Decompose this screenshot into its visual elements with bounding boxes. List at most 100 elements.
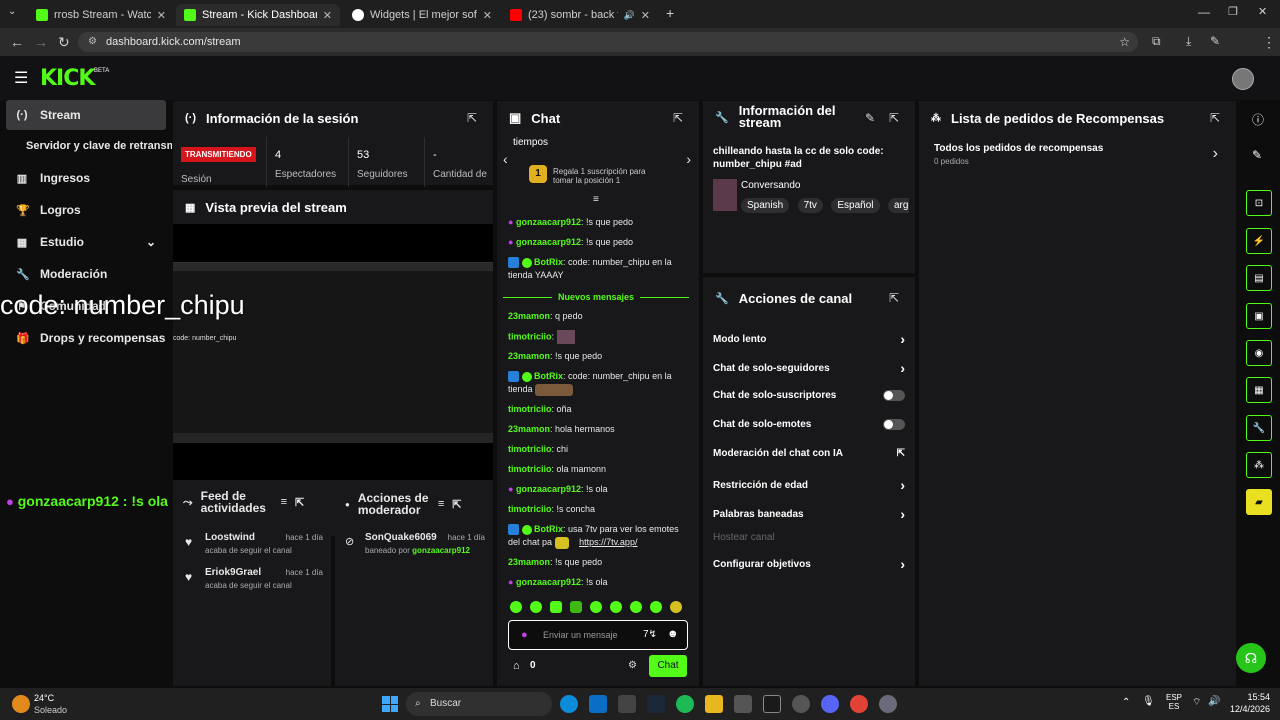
edit-icon[interactable]: ✎ bbox=[865, 111, 875, 125]
maximize-icon[interactable]: ❐ bbox=[1228, 5, 1238, 18]
action-emotes-only[interactable]: Chat de solo-emotes bbox=[713, 419, 905, 430]
emote-icon[interactable] bbox=[650, 601, 662, 613]
browser-tab-1[interactable]: rrosb Stream - Watch Live on Ki ✕ bbox=[28, 4, 174, 26]
gear-icon[interactable]: ⚙ bbox=[628, 660, 637, 671]
chat-username[interactable]: timotriciio bbox=[508, 331, 552, 341]
chrome-icon[interactable] bbox=[850, 695, 868, 713]
tag[interactable]: Español bbox=[831, 198, 880, 213]
browser-tab-4[interactable]: (23) sombr - back to friend 🔊 ✕ bbox=[502, 4, 658, 26]
sidebar-item-achievements[interactable]: 🏆 Logros bbox=[6, 195, 166, 225]
wifi-icon[interactable]: ⌔ bbox=[1192, 696, 1201, 709]
edit-icon[interactable]: ✎ bbox=[1210, 34, 1220, 48]
steam-icon[interactable] bbox=[647, 695, 665, 713]
chat-input-placeholder[interactable]: Enviar un mensaje bbox=[543, 630, 618, 640]
chevron-right-icon[interactable]: › bbox=[686, 151, 691, 167]
spotify-icon[interactable] bbox=[676, 695, 694, 713]
emote-icon[interactable] bbox=[630, 601, 642, 613]
url-field[interactable]: ⚙ dashboard.kick.com/stream ☆ bbox=[78, 32, 1138, 52]
info-icon[interactable]: ⓘ bbox=[1252, 111, 1264, 128]
chat-link[interactable]: https://7tv.app/ bbox=[579, 537, 637, 547]
language-indicator[interactable]: ESP ES bbox=[1166, 693, 1182, 711]
taskbar-search[interactable]: ⌕ Buscar bbox=[406, 692, 552, 716]
outlook-icon[interactable] bbox=[589, 695, 607, 713]
menu-lines-icon[interactable]: ≡ bbox=[593, 194, 599, 205]
action-ai-moderation[interactable]: Moderación del chat con IA ⇱ bbox=[713, 448, 905, 459]
browser-tab-3[interactable]: Widgets | El mejor software par ✕ bbox=[344, 4, 500, 26]
app-icon[interactable] bbox=[763, 695, 781, 713]
sidebar-item-server-key[interactable]: Servidor y clave de retransm bbox=[16, 131, 172, 161]
close-icon[interactable]: ✕ bbox=[483, 9, 492, 22]
reload-icon[interactable]: ↻ bbox=[58, 34, 70, 51]
filter-icon[interactable]: ≡ bbox=[438, 498, 444, 510]
rail-broadcast-icon[interactable]: ◉ bbox=[1246, 340, 1272, 366]
expand-icon[interactable]: ⇱ bbox=[673, 111, 683, 125]
emote-icon[interactable] bbox=[570, 601, 582, 613]
subs-only-toggle[interactable] bbox=[883, 390, 905, 401]
chat-username[interactable]: 23mamon bbox=[508, 351, 550, 361]
epic-icon[interactable] bbox=[734, 695, 752, 713]
rail-layout-icon[interactable]: ▦ bbox=[1246, 377, 1272, 403]
chat-username[interactable]: 23mamon bbox=[508, 557, 550, 567]
close-icon[interactable]: ✕ bbox=[157, 9, 166, 22]
emotes-only-toggle[interactable] bbox=[883, 419, 905, 430]
expand-icon[interactable]: ⇱ bbox=[295, 496, 304, 509]
weather-icon[interactable] bbox=[12, 695, 30, 713]
sidebar-item-drops[interactable]: 🎁 Drops y recompensas bbox=[6, 323, 166, 353]
emote-icon[interactable] bbox=[610, 601, 622, 613]
folder-icon[interactable] bbox=[705, 695, 723, 713]
rail-rewards-icon[interactable]: ⁂ bbox=[1246, 452, 1272, 478]
filter-icon[interactable]: ≡ bbox=[281, 496, 287, 508]
send-chat-button[interactable]: Chat bbox=[649, 655, 687, 677]
chat-username[interactable]: BotRix bbox=[534, 257, 563, 267]
discord-icon[interactable] bbox=[821, 695, 839, 713]
category-name[interactable]: Conversando bbox=[741, 180, 800, 191]
chat-username[interactable]: gonzaacarp912 bbox=[516, 577, 581, 587]
minimize-icon[interactable]: — bbox=[1198, 5, 1210, 19]
preview-video[interactable]: code: number_chipu bbox=[173, 224, 493, 480]
tag[interactable]: Spanish bbox=[741, 198, 790, 213]
rail-chat-icon[interactable]: ▣ bbox=[1246, 303, 1272, 329]
emote-icon[interactable] bbox=[550, 601, 562, 613]
emote-icon[interactable] bbox=[670, 601, 682, 613]
emote-icon[interactable] bbox=[510, 601, 522, 613]
store-app-icon[interactable] bbox=[618, 695, 636, 713]
bookmark-star-icon[interactable]: ☆ bbox=[1119, 32, 1130, 52]
sidebar-item-stream[interactable]: (·) Stream bbox=[6, 100, 166, 130]
chat-username[interactable]: BotRix bbox=[534, 524, 563, 534]
tag[interactable]: 7tv bbox=[797, 198, 823, 213]
rail-capture-icon[interactable]: ⊡ bbox=[1246, 190, 1272, 216]
chat-username[interactable]: timotriciio bbox=[508, 504, 552, 514]
volume-icon[interactable]: 🔊 bbox=[1208, 696, 1220, 707]
mod-by[interactable]: gonzaacarp912 bbox=[412, 546, 470, 555]
store-icon[interactable]: ⌂ bbox=[513, 660, 520, 672]
chat-username[interactable]: timotriciio bbox=[508, 444, 552, 454]
avatar[interactable] bbox=[1232, 68, 1254, 90]
chat-username[interactable]: 23mamon bbox=[508, 311, 550, 321]
action-banned-words[interactable]: Palabras baneadas › bbox=[713, 506, 905, 522]
action-followers-only[interactable]: Chat de solo-seguidores › bbox=[713, 360, 905, 376]
chat-username[interactable]: timotriciio bbox=[508, 404, 552, 414]
back-icon[interactable]: ← bbox=[10, 34, 24, 50]
action-slow-mode[interactable]: Modo lento › bbox=[713, 331, 905, 347]
rail-list-icon[interactable]: ▤ bbox=[1246, 265, 1272, 291]
chat-username[interactable]: timotriciio bbox=[508, 464, 552, 474]
7tv-icon[interactable]: 7↯ bbox=[643, 629, 657, 640]
forward-icon[interactable]: → bbox=[34, 34, 48, 50]
site-info-icon[interactable]: ⚙ bbox=[88, 32, 97, 52]
sidebar-item-revenue[interactable]: ▥ Ingresos bbox=[6, 163, 166, 193]
obs-icon[interactable] bbox=[792, 695, 810, 713]
emote-icon[interactable] bbox=[590, 601, 602, 613]
rail-wrench-icon[interactable]: 🔧 bbox=[1246, 415, 1272, 441]
expand-icon[interactable]: ⇱ bbox=[1210, 111, 1220, 125]
rail-clapper-icon[interactable]: ▰ bbox=[1246, 489, 1272, 515]
chat-username[interactable]: gonzaacarp912 bbox=[516, 484, 581, 494]
emoji-icon[interactable]: ☻ bbox=[667, 628, 679, 640]
download-icon[interactable]: ⤓ bbox=[1186, 34, 1191, 49]
tag[interactable]: argen bbox=[887, 198, 909, 213]
sidebar-item-moderation[interactable]: 🔧 Moderación bbox=[6, 259, 166, 289]
support-chat-icon[interactable]: ☊ bbox=[1236, 643, 1266, 673]
clock[interactable]: 15:54 12/4/2026 bbox=[1226, 692, 1270, 714]
chevron-up-icon[interactable]: ⌃ bbox=[1122, 697, 1130, 708]
expand-icon[interactable]: ⇱ bbox=[452, 498, 461, 511]
rewards-all-item[interactable]: Todos los pedidos de recompensas 0 pedid… bbox=[934, 143, 1224, 171]
